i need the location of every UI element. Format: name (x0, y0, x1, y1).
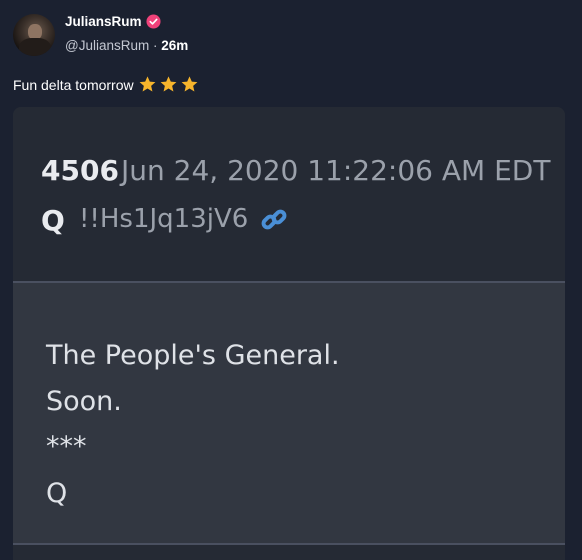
drop-footer (13, 545, 565, 560)
star-icon (160, 76, 177, 92)
post: JuliansRum @JuliansRum · 26m Fun delta t… (0, 0, 582, 560)
post-text-content: Fun delta tomorrow (13, 76, 134, 93)
post-text: Fun delta tomorrow (13, 75, 199, 94)
author-display-name[interactable]: JuliansRum (65, 14, 142, 29)
verified-badge-icon (146, 14, 161, 29)
author-name-row: JuliansRum (65, 14, 161, 29)
drop-header: 4506 Jun 24, 2020 11:22:06 AM EDT Q !!Hs… (13, 107, 565, 281)
star-icon (181, 76, 198, 92)
drop-tripcode: !!Hs1Jq13jV6 (79, 204, 249, 234)
author-meta: @JuliansRum · 26m (65, 38, 188, 53)
drop-line: Soon. (46, 386, 122, 417)
drop-number: 4506 (41, 154, 119, 187)
star-icon (139, 76, 156, 92)
embedded-image[interactable]: 4506 Jun 24, 2020 11:22:06 AM EDT Q !!Hs… (13, 107, 565, 560)
drop-body: The People's General. Soon. *** Q (13, 283, 565, 543)
drop-poster: Q (41, 204, 65, 237)
drop-line: *** (46, 431, 87, 462)
avatar-body (19, 38, 51, 56)
link-icon (261, 209, 287, 230)
star-emoji-group (138, 75, 199, 94)
avatar[interactable] (13, 14, 55, 56)
post-time[interactable]: 26m (161, 38, 188, 53)
author-handle[interactable]: @JuliansRum (65, 38, 149, 53)
drop-date: Jun 24, 2020 11:22:06 AM EDT (121, 154, 551, 187)
drop-line: The People's General. (46, 340, 340, 371)
meta-separator: · (153, 38, 158, 53)
drop-line: Q (46, 478, 68, 509)
